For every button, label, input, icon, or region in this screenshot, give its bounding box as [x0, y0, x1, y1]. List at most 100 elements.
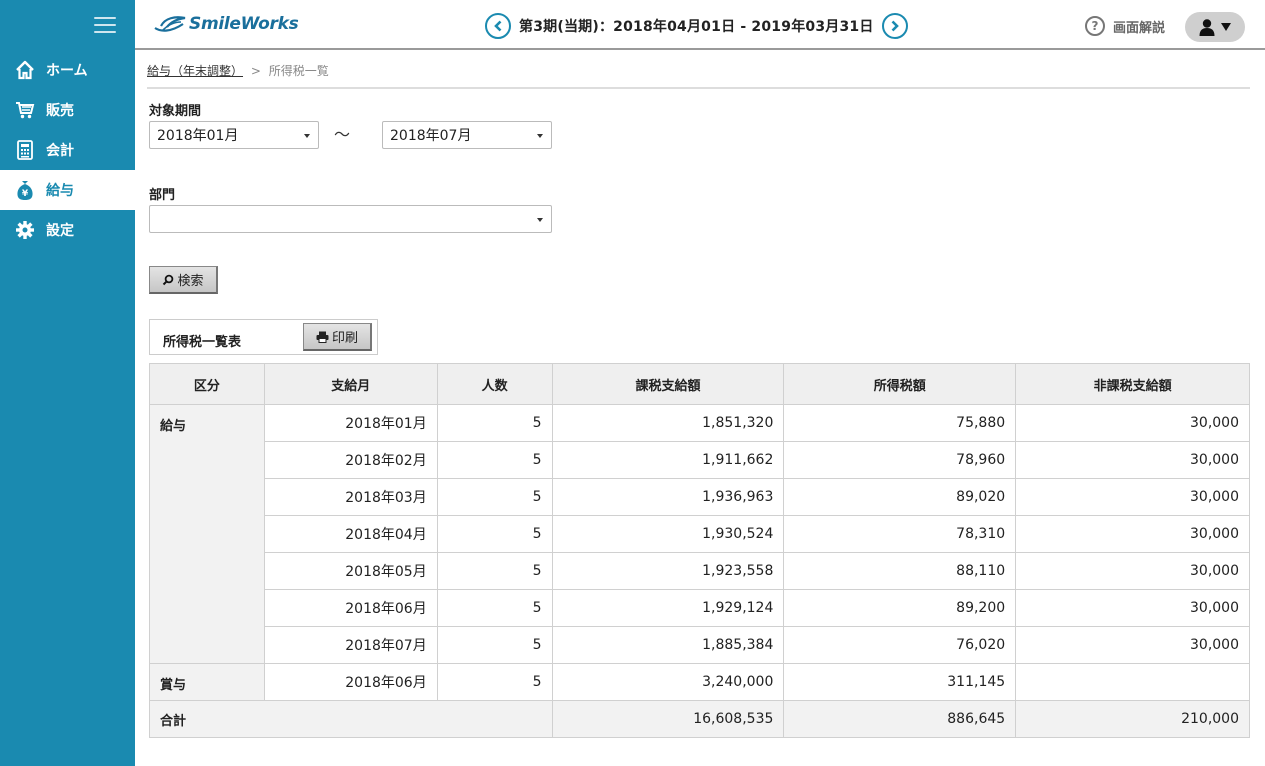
sidebar-item-label: 給与 [46, 183, 74, 199]
fiscal-period-label: 第3期(当期)：2018年04月01日 - 2019年03月31日 [519, 19, 874, 35]
period-filter-label: 対象期間 [149, 104, 202, 119]
cell-non-taxable-amount: 30,000 [1015, 478, 1250, 516]
department-select[interactable] [149, 205, 552, 233]
gear-icon [14, 219, 36, 241]
cell-taxable-amount: 1,929,124 [551, 589, 785, 627]
cell-headcount: 5 [436, 663, 553, 701]
breadcrumb-separator: > [250, 64, 261, 78]
cell-payment-month: 2018年01月 [263, 404, 438, 442]
department-filter-label: 部門 [149, 188, 176, 203]
cell-income-tax: 78,310 [783, 515, 1017, 553]
cell-non-taxable-amount: 30,000 [1015, 552, 1250, 590]
sidebar-item-payroll[interactable]: ¥ 給与 [0, 170, 135, 210]
cell-total-non-taxable-amount: 210,000 [1015, 700, 1250, 738]
cell-headcount: 5 [436, 515, 553, 553]
cell-income-tax: 311,145 [783, 663, 1017, 701]
cell-category: 賞与 [149, 663, 265, 701]
previous-period-button[interactable] [485, 13, 511, 39]
cell-taxable-amount: 1,923,558 [551, 552, 785, 590]
cell-payment-month: 2018年07月 [263, 626, 438, 664]
period-from-value: 2018年01月 [157, 128, 239, 144]
print-section: 所得税一覧表 印刷 [149, 319, 378, 355]
cell-payment-month: 2018年06月 [263, 663, 438, 701]
sidebar: ホーム 販売 会計 ¥ 給与 設定 [0, 0, 135, 766]
cell-taxable-amount: 1,911,662 [551, 441, 785, 479]
sidebar-item-accounting[interactable]: 会計 [0, 130, 135, 170]
cell-total-taxable-amount: 16,608,535 [551, 700, 785, 738]
table-row: 2018年06月 5 1,929,124 89,200 30,000 [150, 589, 1250, 627]
table-row: 2018年07月 5 1,885,384 76,020 30,000 [150, 626, 1250, 664]
table-row: 2018年02月 5 1,911,662 78,960 30,000 [150, 441, 1250, 479]
brand-name: SmileWorks [189, 14, 299, 34]
svg-text:¥: ¥ [22, 189, 29, 199]
cell-payment-month: 2018年03月 [263, 478, 438, 516]
cell-taxable-amount: 1,930,524 [551, 515, 785, 553]
cell-headcount: 5 [436, 589, 553, 627]
cell-taxable-amount: 1,936,963 [551, 478, 785, 516]
chevron-left-icon [494, 20, 502, 32]
cell-non-taxable-amount: 30,000 [1015, 404, 1250, 442]
brand-logo[interactable]: SmileWorks [153, 14, 299, 34]
breadcrumb-current: 所得税一覧 [268, 64, 329, 78]
dropdown-caret-icon [304, 134, 310, 138]
cell-headcount: 5 [436, 441, 553, 479]
help-link[interactable]: ? 画面解説 [1085, 16, 1165, 36]
cell-payment-month: 2018年06月 [263, 589, 438, 627]
period-from-select[interactable]: 2018年01月 [149, 121, 319, 149]
calculator-icon [14, 139, 36, 161]
cell-taxable-amount: 3,240,000 [551, 663, 785, 701]
cell-income-tax: 88,110 [783, 552, 1017, 590]
sidebar-item-home[interactable]: ホーム [0, 50, 135, 90]
cell-payment-month: 2018年05月 [263, 552, 438, 590]
user-menu-button[interactable] [1185, 12, 1245, 42]
cell-total-label: 合計 [149, 700, 553, 738]
cell-taxable-amount: 1,885,384 [551, 626, 785, 664]
table-row: 2018年04月 5 1,930,524 78,310 30,000 [150, 515, 1250, 553]
column-header-payment-month: 支給月 [263, 363, 438, 405]
cell-taxable-amount: 1,851,320 [551, 404, 785, 442]
hamburger-menu-icon[interactable] [94, 16, 116, 34]
caret-down-icon [1221, 23, 1231, 31]
table-row: 賞与 2018年06月 5 3,240,000 311,145 [149, 663, 1250, 701]
cell-headcount: 5 [436, 552, 553, 590]
sidebar-item-sales[interactable]: 販売 [0, 90, 135, 130]
income-tax-table: 区分 支給月 人数 課税支給額 所得税額 非課税支給額 給与 2018年01月 5 1… [149, 363, 1250, 738]
table-row: 2018年05月 5 1,923,558 88,110 30,000 [150, 552, 1250, 590]
column-header-headcount: 人数 [436, 363, 553, 405]
printer-icon [316, 331, 329, 343]
smileworks-logo-icon [154, 16, 186, 32]
cell-headcount: 5 [436, 404, 553, 442]
sidebar-item-label: ホーム [46, 63, 88, 79]
sidebar-item-label: 販売 [46, 103, 74, 119]
sidebar-item-settings[interactable]: 設定 [0, 210, 135, 250]
table-row: 2018年03月 5 1,936,963 89,020 30,000 [150, 478, 1250, 516]
cell-non-taxable-amount: 30,000 [1015, 441, 1250, 479]
table-header-row: 区分 支給月 人数 課税支給額 所得税額 非課税支給額 [149, 363, 1250, 405]
column-header-taxable-amount: 課税支給額 [551, 363, 785, 405]
home-icon [14, 59, 36, 81]
cell-headcount: 5 [436, 626, 553, 664]
breadcrumb-parent-link[interactable]: 給与（年末調整） [147, 64, 243, 78]
cell-non-taxable-amount: 30,000 [1015, 589, 1250, 627]
print-button-label: 印刷 [331, 331, 358, 346]
cell-non-taxable-amount [1015, 663, 1250, 701]
column-header-category: 区分 [149, 363, 265, 405]
sidebar-item-label: 設定 [46, 223, 74, 239]
cell-income-tax: 89,020 [783, 478, 1017, 516]
cell-income-tax: 75,880 [783, 404, 1017, 442]
sidebar-item-label: 会計 [46, 143, 74, 159]
period-to-select[interactable]: 2018年07月 [382, 121, 552, 149]
money-bag-icon: ¥ [14, 179, 36, 201]
column-header-non-taxable-amount: 非課税支給額 [1015, 363, 1250, 405]
cell-non-taxable-amount: 30,000 [1015, 626, 1250, 664]
search-button[interactable]: 検索 [149, 266, 218, 294]
search-button-label: 検索 [177, 274, 204, 289]
fiscal-period-navigator: 第3期(当期)：2018年04月01日 - 2019年03月31日 [485, 12, 908, 40]
column-header-income-tax: 所得税額 [783, 363, 1017, 405]
next-period-button[interactable] [881, 13, 908, 39]
print-button[interactable]: 印刷 [303, 323, 372, 351]
cell-payment-month: 2018年04月 [263, 515, 438, 553]
cell-category: 給与 [149, 404, 265, 664]
print-section-title: 所得税一覧表 [163, 335, 242, 350]
dropdown-caret-icon [537, 218, 543, 222]
